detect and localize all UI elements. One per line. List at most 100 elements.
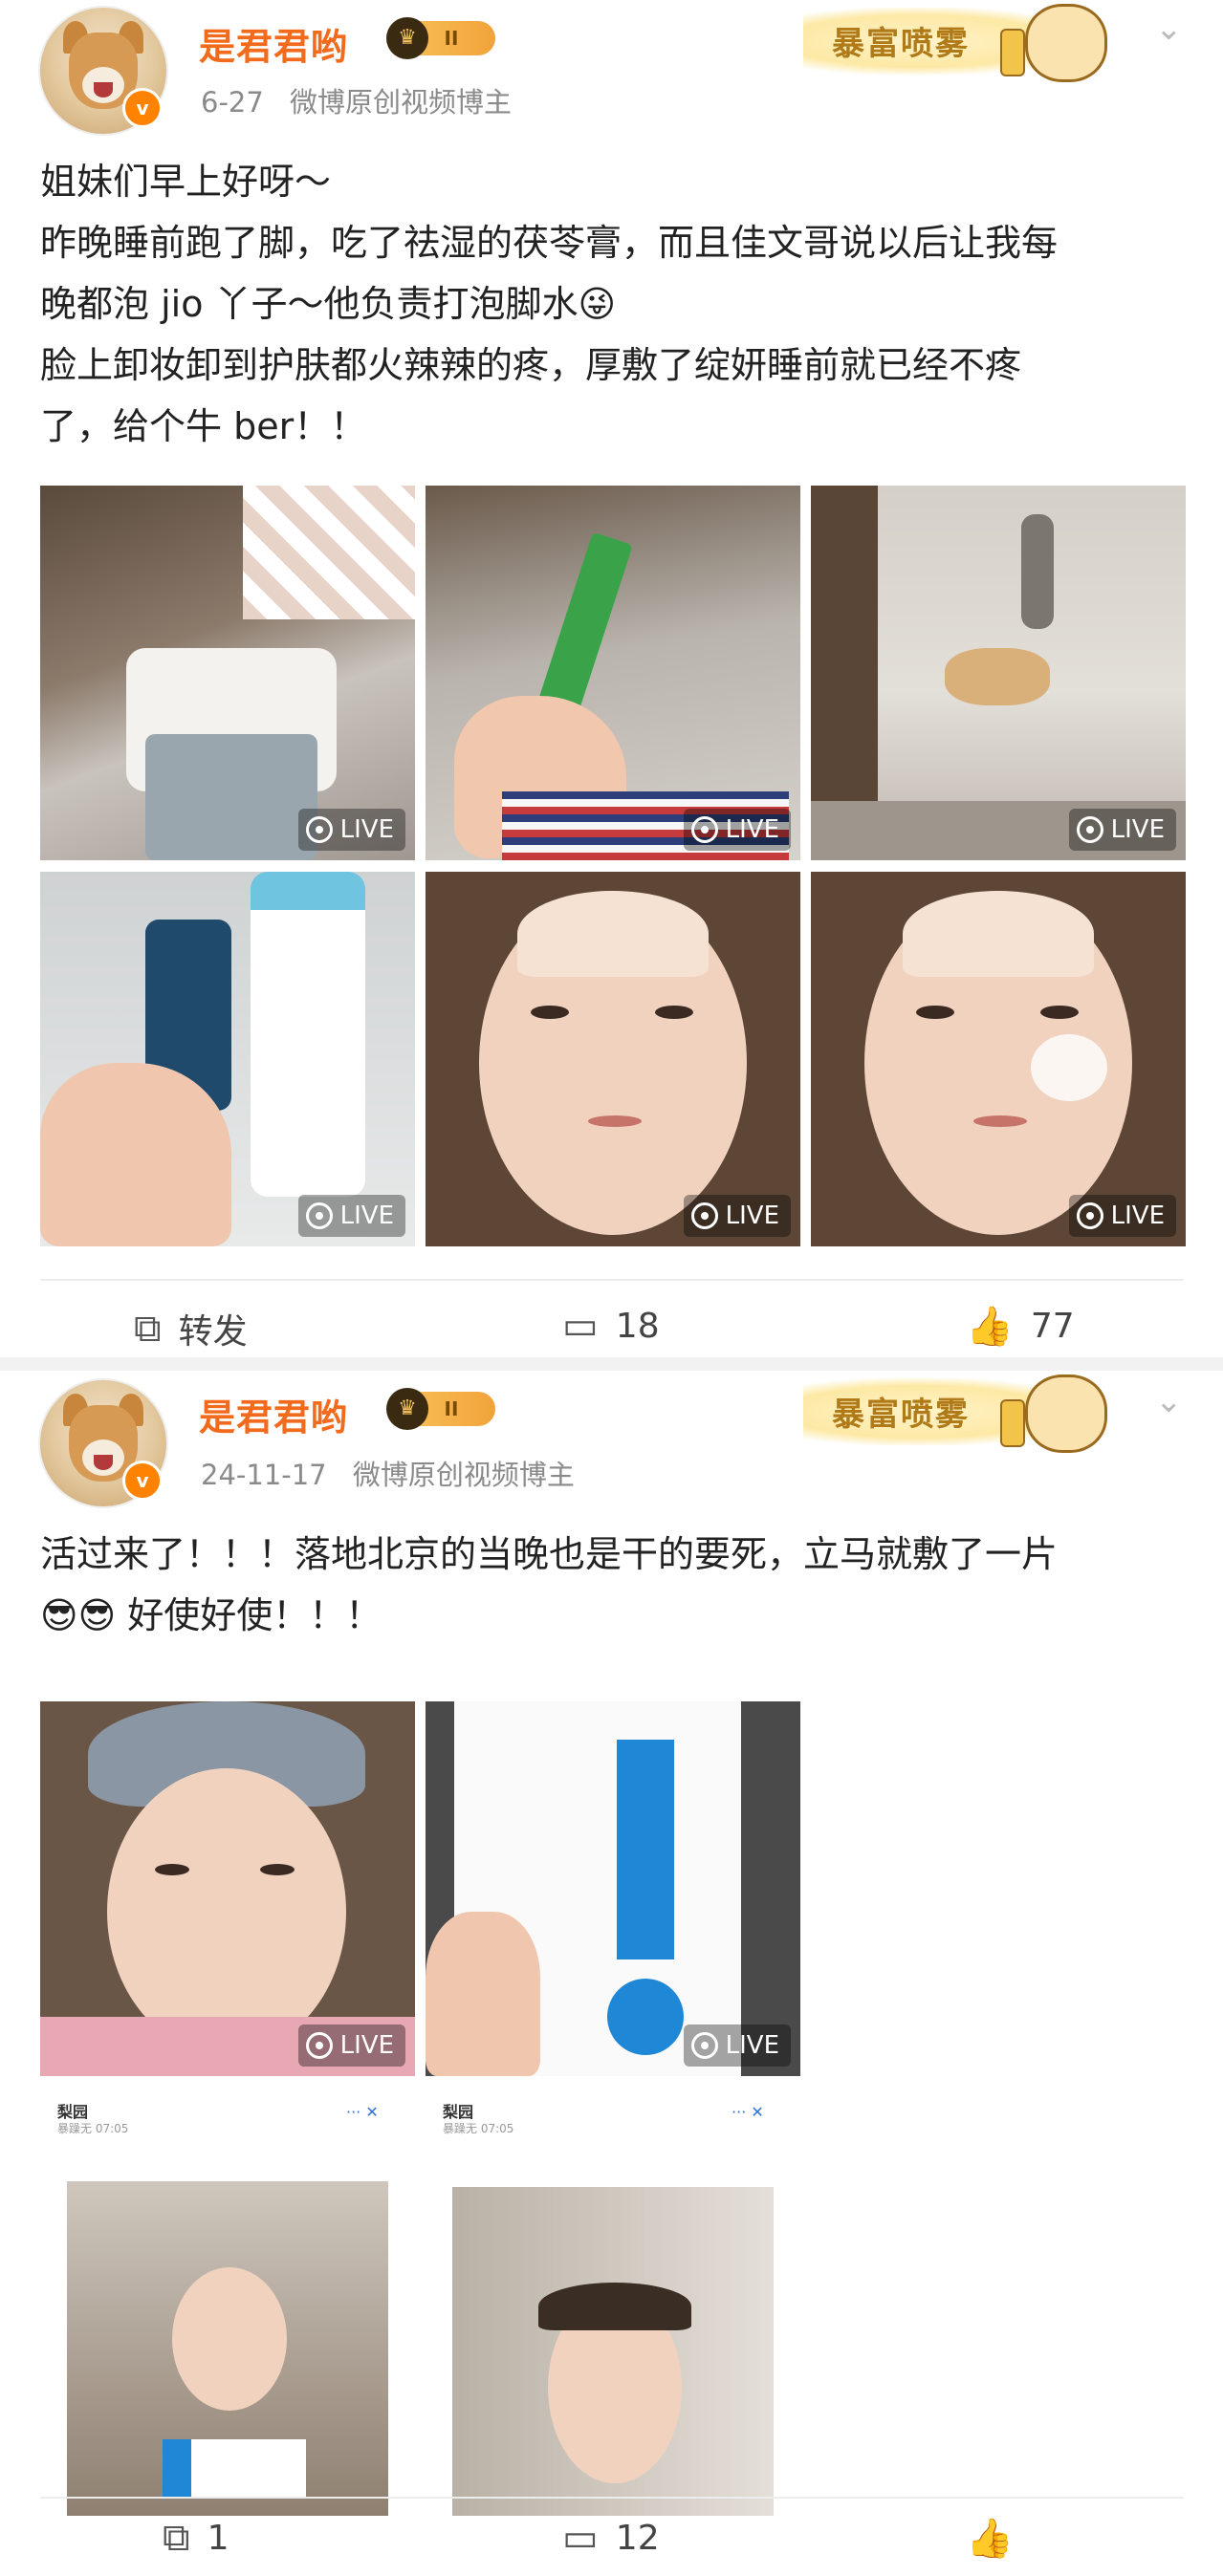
live-label: LIVE [725, 1201, 779, 1230]
repost-icon: ⧉ [163, 2516, 190, 2560]
repost-count: 1 [207, 2518, 229, 2558]
checked-pants [243, 486, 415, 619]
live-label: LIVE [725, 2031, 779, 2060]
username[interactable]: 是君君哟 [199, 17, 348, 70]
photo-mask-package[interactable]: LIVE [426, 1701, 800, 2076]
eye [916, 1006, 954, 1019]
vip-badge[interactable]: ♛ II [386, 17, 495, 59]
post-date: 6-27 [201, 86, 264, 119]
live-badge: LIVE [683, 1195, 791, 1237]
like-button[interactable]: 👍 [966, 2516, 1031, 2561]
crown-icon: ♛ [386, 17, 428, 59]
post-separator [0, 1357, 1223, 1371]
photo-foot-spa[interactable]: LIVE [40, 486, 415, 860]
like-count: 77 [1030, 1307, 1075, 1346]
comment-button[interactable]: ▭ 12 [562, 2516, 660, 2560]
post-text: 姐妹们早上好呀～ 昨晚睡前跑了脚，吃了祛湿的茯苓膏，而且佳文哥说以后让我每 晚都… [40, 151, 1188, 457]
like-icon: 👍 [966, 2517, 1014, 2561]
hair [538, 2283, 691, 2330]
live-icon [690, 2032, 718, 2059]
chat-screenshot-2[interactable]: 梨园 暴躁无 07:05 ··· ✕ [426, 2086, 800, 2527]
post-meta: 6-27 微博原创视频博主 [201, 80, 512, 120]
chat-sub: 暴躁无 07:05 [57, 2122, 129, 2135]
comment-button[interactable]: ▭ 18 [562, 1304, 660, 1348]
chat-screenshot-1[interactable]: 梨园 暴躁无 07:05 ··· ✕ [40, 2086, 415, 2527]
hand [426, 1912, 540, 2076]
username[interactable]: 是君君哟 [199, 1388, 348, 1440]
live-icon [1076, 816, 1103, 843]
chevron-down-icon[interactable]: ⌄ [1155, 10, 1183, 48]
photo-face-2[interactable]: LIVE [811, 872, 1186, 1246]
decoration-text: 暴富喷雾 [832, 25, 970, 63]
live-badge: LIVE [1068, 1195, 1176, 1237]
spray-bottle-icon [1000, 29, 1025, 76]
repost-button[interactable]: ⧉ 1 [163, 2516, 229, 2560]
live-badge: LIVE [683, 809, 791, 851]
dog-mouth [94, 82, 113, 97]
text-line: 😎😎 好使好使！！！ [40, 1594, 382, 1636]
more-icon[interactable]: ··· ✕ [732, 2103, 764, 2121]
live-icon [690, 1202, 718, 1229]
verified-badge-icon: v [122, 88, 163, 128]
text-line: 了，给个牛 ber！！ [40, 405, 367, 447]
card-decoration: 暴富喷雾 [803, 0, 1147, 86]
face [172, 2267, 287, 2411]
crown-icon: ♛ [386, 1388, 428, 1430]
exclamation-bar [617, 1740, 674, 1959]
text-line: 晚都泡 jio 丫子～他负责打泡脚水😜 [40, 283, 617, 325]
eye [531, 1006, 569, 1019]
vip-badge[interactable]: ♛ II [386, 1388, 495, 1430]
white-spray-bottle [251, 872, 365, 1197]
face [107, 1768, 346, 2055]
eye [155, 1864, 189, 1875]
photo-skincare-bottles[interactable]: LIVE [40, 872, 415, 1246]
chevron-down-icon[interactable]: ⌄ [1155, 1382, 1183, 1420]
chat-photo [67, 2181, 388, 2516]
cat-icon [1025, 4, 1107, 82]
live-label: LIVE [339, 1201, 394, 1230]
photo-face-1[interactable]: LIVE [426, 872, 800, 1246]
live-badge: LIVE [683, 2024, 791, 2067]
comment-icon: ▭ [562, 2516, 599, 2560]
live-icon [305, 816, 333, 843]
live-label: LIVE [339, 815, 394, 844]
decoration-text: 暴富喷雾 [832, 1396, 970, 1434]
spray-bottle-icon [1000, 1399, 1025, 1447]
vip-level: II [444, 27, 459, 50]
post-meta: 24-11-17 微博原创视频博主 [201, 1453, 575, 1493]
post-source: 微博原创视频博主 [290, 86, 513, 119]
live-badge: LIVE [297, 2024, 405, 2067]
dog-mouth [94, 1455, 113, 1470]
eye [260, 1864, 295, 1875]
exclamation-dot [607, 1979, 684, 2055]
live-badge: LIVE [297, 1195, 405, 1237]
photo-room-dogs[interactable]: LIVE [811, 486, 1186, 860]
live-label: LIVE [339, 2031, 394, 2060]
chat-sub: 暴躁无 07:05 [443, 2122, 514, 2135]
more-icon[interactable]: ··· ✕ [346, 2103, 379, 2121]
divider [40, 2497, 1184, 2499]
face-cream [1031, 1034, 1107, 1101]
dogs [945, 648, 1050, 705]
comment-count: 12 [615, 2518, 660, 2558]
photo-herbal-paste[interactable]: LIVE [426, 486, 800, 860]
verified-badge-icon: v [122, 1461, 163, 1501]
eye [655, 1006, 693, 1019]
like-button[interactable]: 👍 77 [966, 1304, 1075, 1349]
post-source: 微博原创视频博主 [352, 1459, 575, 1491]
weibo-post-1: v 是君君哟 ♛ II 6-27 微博原创视频博主 暴富喷雾 ⌄ 姐妹们早上好呀… [0, 0, 1223, 1357]
eye [1040, 1006, 1079, 1019]
lips [973, 1115, 1027, 1127]
comment-count: 18 [615, 1306, 660, 1346]
live-icon [305, 2032, 333, 2059]
repost-icon: ⧉ [134, 1307, 162, 1351]
chat-name: 梨园 [57, 2103, 89, 2121]
live-label: LIVE [1110, 815, 1165, 844]
live-label: LIVE [725, 815, 779, 844]
mask-sachet [163, 2439, 306, 2497]
photo-face-headband[interactable]: LIVE [40, 1701, 415, 2076]
repost-button[interactable]: ⧉ 转发 [134, 1304, 248, 1353]
live-icon [305, 1202, 333, 1229]
live-badge: LIVE [1068, 809, 1176, 851]
live-icon [1076, 1202, 1103, 1229]
